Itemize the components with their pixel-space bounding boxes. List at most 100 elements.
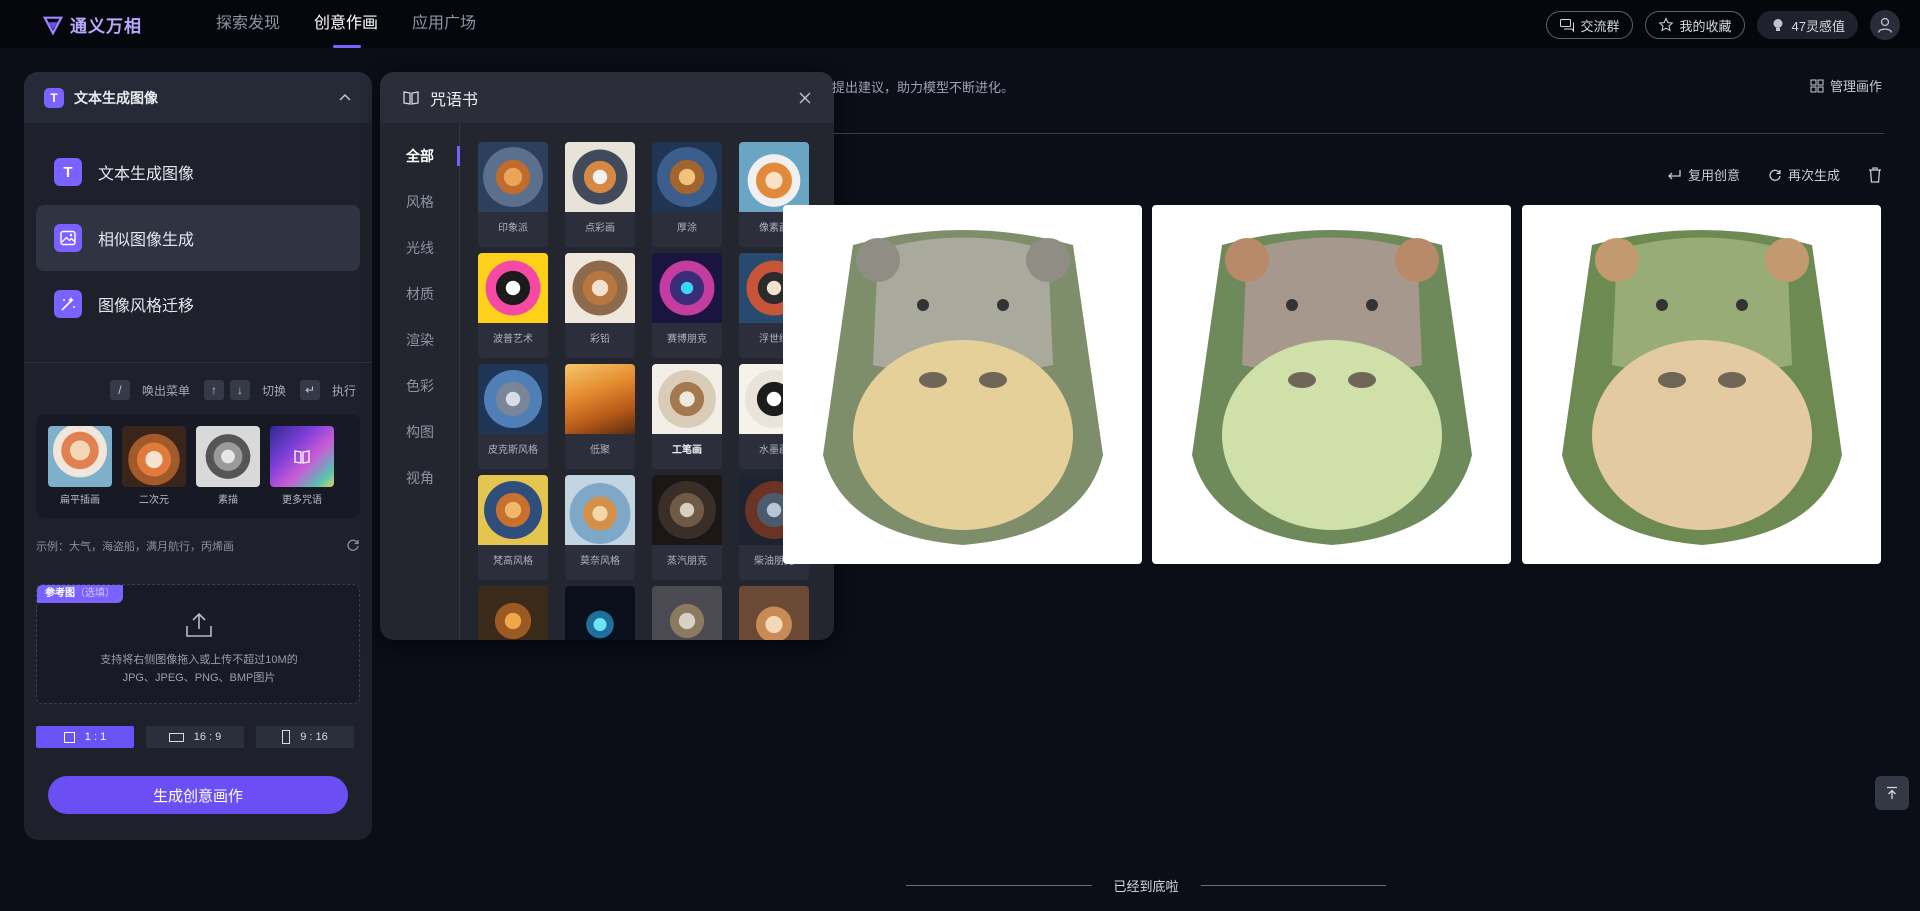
reuse-label: 复用创意 — [1687, 168, 1740, 183]
refresh-icon[interactable] — [346, 538, 360, 552]
cat-thumbnail — [478, 475, 548, 545]
nav-apps[interactable]: 应用广场 — [412, 0, 476, 48]
divider — [24, 362, 372, 363]
category-color[interactable]: 色彩 — [380, 363, 459, 409]
spellbook-grid: 印象派 点彩画 厚涂 像素画 波普艺术 彩铅 赛博朋克 浮世绘 皮克斯风格 低聚… — [478, 142, 826, 640]
aspect-ratio-group: 1 : 1 16 : 9 9 : 16 — [36, 726, 360, 748]
ratio-1-1[interactable]: 1 : 1 — [36, 726, 134, 748]
points-label: 47灵感值 — [1791, 18, 1845, 34]
points-badge[interactable]: 47灵感值 — [1756, 11, 1858, 39]
app-title: 通义万相 — [70, 17, 142, 36]
nav-create[interactable]: 创意作画 — [314, 0, 378, 48]
top-right-actions: 交流群 我的收藏 47灵感值 — [1545, 10, 1900, 40]
spell-label: 梵高风格 — [493, 556, 533, 567]
spell-card[interactable]: 厚涂 — [652, 142, 722, 247]
spell-card[interactable] — [652, 586, 722, 640]
spellbook-header: 咒语书 — [380, 72, 834, 123]
result-image-1[interactable] — [783, 205, 1142, 564]
reference-hint-line2: JPG、JPEG、PNG、BMP图片 — [122, 672, 276, 684]
result-actions: 复用创意 再次生成 — [1666, 165, 1882, 184]
style-anime[interactable]: 二次元 — [122, 426, 186, 506]
avatar[interactable] — [1870, 10, 1900, 40]
category-material[interactable]: 材质 — [380, 271, 459, 317]
spell-card[interactable]: 点彩画 — [565, 142, 635, 247]
cat-thumbnail — [652, 586, 722, 640]
book-icon — [403, 90, 419, 105]
category-render[interactable]: 渲染 — [380, 317, 459, 363]
category-lighting[interactable]: 光线 — [380, 225, 459, 271]
style-flat-illustration[interactable]: 扁平插画 — [48, 426, 112, 506]
ratio-16-9[interactable]: 16 : 9 — [146, 726, 244, 748]
spell-card[interactable] — [739, 586, 809, 640]
group-button[interactable]: 交流群 — [1545, 11, 1633, 39]
enter-key-icon: ↵ — [299, 380, 320, 400]
cat-thumbnail — [478, 142, 548, 212]
mode-text-to-image[interactable]: T 文本生成图像 — [36, 139, 360, 205]
style-transfer-icon — [54, 290, 82, 318]
style-thumbnail — [196, 426, 260, 487]
cat-thumbnail — [565, 364, 635, 434]
spell-card[interactable]: 波普艺术 — [478, 253, 548, 358]
mode-selector-header[interactable]: T 文本生成图像 — [24, 72, 372, 123]
chat-icon — [1559, 19, 1574, 33]
reference-hint: 支持将右侧图像拖入或上传不超过10M的 JPG、JPEG、PNG、BMP图片 — [37, 651, 361, 687]
style-more-spells[interactable]: 更多咒语 — [270, 426, 334, 506]
style-sketch[interactable]: 素描 — [196, 426, 260, 506]
style-thumbnail — [48, 426, 112, 487]
spell-card[interactable]: 皮克斯风格 — [478, 364, 548, 469]
nav-explore[interactable]: 探索发现 — [216, 0, 280, 48]
style-label: 扁平插画 — [60, 495, 100, 506]
spell-card[interactable]: 彩铅 — [565, 253, 635, 358]
result-image-2[interactable] — [1152, 205, 1511, 564]
category-composition[interactable]: 构图 — [380, 409, 459, 455]
mode-label: 文本生成图像 — [98, 166, 195, 183]
spell-card[interactable] — [478, 586, 548, 640]
main-nav: 探索发现 创意作画 应用广场 — [216, 0, 476, 48]
category-view[interactable]: 视角 — [380, 455, 459, 501]
result-image-3[interactable] — [1522, 205, 1881, 564]
scroll-to-top-button[interactable] — [1875, 776, 1909, 810]
close-icon[interactable] — [798, 91, 812, 105]
spellbook-panel: 咒语书 全部 风格 光线 材质 渲染 色彩 构图 视角 印象派 点彩画 厚涂 像… — [380, 72, 834, 640]
star-icon — [1658, 17, 1673, 32]
spell-label: 工笔画 — [672, 445, 702, 456]
feedback-tip: 提出建议，助力模型不断进化。 — [832, 80, 1015, 95]
cat-thumbnail — [652, 475, 722, 545]
spell-card[interactable] — [565, 586, 635, 640]
spell-label: 莫奈风格 — [580, 556, 620, 567]
logo-icon — [42, 16, 64, 36]
style-label: 二次元 — [139, 495, 169, 506]
spell-card[interactable]: 赛博朋克 — [652, 253, 722, 358]
spell-label: 赛博朋克 — [667, 334, 707, 345]
spell-card[interactable]: 印象派 — [478, 142, 548, 247]
end-of-list-text: 已经到底啦 — [1113, 879, 1179, 894]
favorites-button[interactable]: 我的收藏 — [1644, 11, 1745, 39]
ratio-label: 16 : 9 — [193, 731, 222, 743]
similar-image-icon — [54, 224, 82, 252]
mode-similar-image[interactable]: 相似图像生成 — [36, 205, 360, 271]
left-panel: T 文本生成图像 T 文本生成图像 相似图像生成 图像风格迁移 / 唤出菜单 ↑… — [24, 72, 372, 840]
mode-style-transfer[interactable]: 图像风格迁移 — [36, 271, 360, 337]
category-all[interactable]: 全部 — [380, 133, 460, 179]
reuse-button[interactable]: 复用创意 — [1666, 165, 1740, 184]
divider — [1200, 885, 1387, 886]
category-style[interactable]: 风格 — [380, 179, 459, 225]
regenerate-button[interactable]: 再次生成 — [1768, 165, 1840, 184]
manage-works-button[interactable]: 管理画作 — [1810, 76, 1882, 95]
mode-selector-title: 文本生成图像 — [74, 89, 158, 106]
arrow-up-icon — [1887, 786, 1897, 799]
ratio-label: 1 : 1 — [84, 731, 107, 743]
spell-card[interactable]: 莫奈风格 — [565, 475, 635, 580]
logo[interactable]: 通义万相 — [42, 12, 142, 37]
spell-card[interactable]: 蒸汽朋克 — [652, 475, 722, 580]
reference-upload[interactable]: 参考图（选填） 支持将右侧图像拖入或上传不超过10M的 JPG、JPEG、PNG… — [36, 584, 360, 704]
generate-button[interactable]: 生成创意画作 — [48, 776, 348, 814]
spell-card[interactable]: 工笔画 — [652, 364, 722, 469]
trash-icon[interactable] — [1868, 166, 1882, 183]
spell-card[interactable]: 低聚 — [565, 364, 635, 469]
ratio-label: 9 : 16 — [300, 731, 328, 743]
return-icon — [1668, 169, 1681, 179]
spell-card[interactable]: 梵高风格 — [478, 475, 548, 580]
ratio-9-16[interactable]: 9 : 16 — [256, 726, 354, 748]
chevron-up-icon[interactable] — [338, 91, 352, 105]
